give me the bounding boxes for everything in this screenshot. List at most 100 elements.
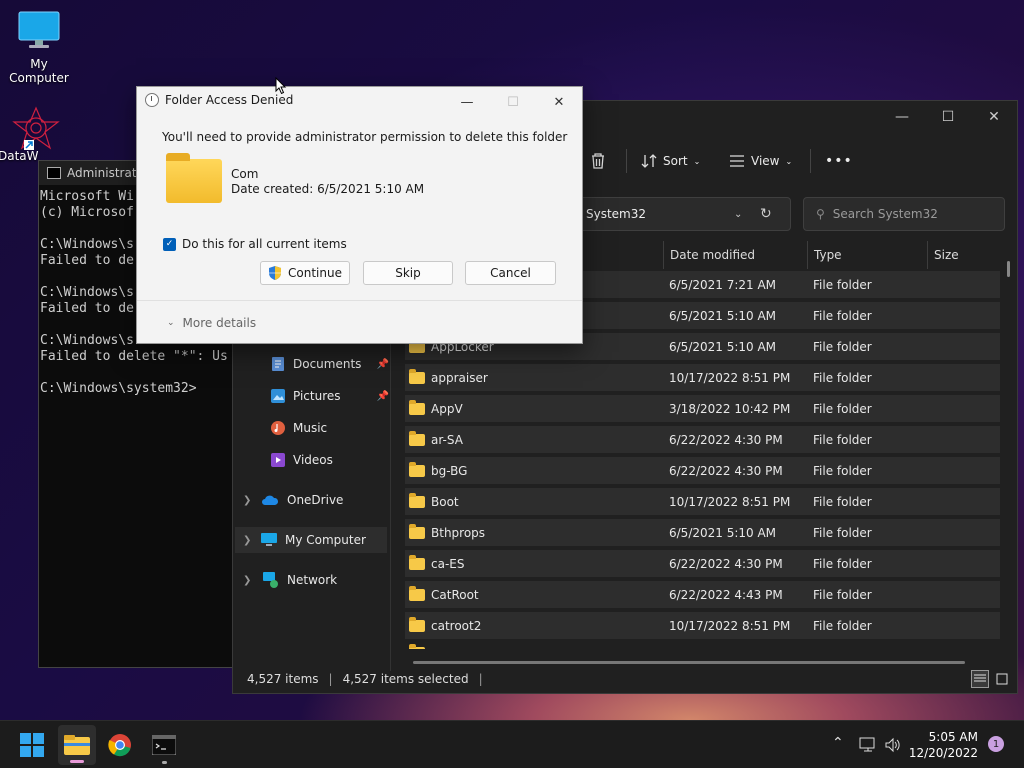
nav-music[interactable]: Music <box>271 415 327 441</box>
notification-badge[interactable]: 1 <box>988 736 1004 752</box>
file-name: Boot <box>431 494 459 509</box>
column-header-size[interactable]: Size <box>927 241 999 269</box>
file-name: appraiser <box>431 370 488 385</box>
cancel-button[interactable]: Cancel <box>465 261 556 285</box>
delete-button[interactable] <box>590 152 606 170</box>
column-header-type[interactable]: Type <box>807 241 927 269</box>
clock[interactable]: 5:05 AM 12/20/2022 <box>908 729 978 761</box>
chevron-right-icon[interactable]: ❯ <box>243 495 253 506</box>
type-cell: File folder <box>813 494 872 509</box>
nav-label: OneDrive <box>287 493 344 507</box>
vertical-scrollbar[interactable] <box>1007 261 1010 277</box>
desktop-icon-dataw[interactable]: DataW <box>0 106 60 163</box>
clock-date: 12/20/2022 <box>908 746 978 760</box>
chevron-down-icon[interactable]: ⌄ <box>734 209 742 220</box>
nav-videos[interactable]: Videos <box>271 447 333 473</box>
file-name: CatRoot <box>431 587 479 602</box>
nav-label: Documents <box>293 357 362 371</box>
chevron-right-icon[interactable]: ❯ <box>243 535 253 546</box>
horizontal-scrollbar[interactable] <box>413 661 965 664</box>
continue-button[interactable]: Continue <box>260 261 350 285</box>
folder-icon <box>409 616 425 632</box>
selected-count: 4,527 items selected <box>342 672 469 686</box>
date-modified-cell: 10/17/2022 8:51 PM <box>669 494 791 509</box>
skip-button[interactable]: Skip <box>363 261 453 285</box>
nav-documents[interactable]: Documents 📌 <box>271 351 389 377</box>
date-modified-cell: 6/5/2021 7:21 AM <box>669 277 777 292</box>
more-options-button[interactable]: ••• <box>825 153 853 169</box>
taskbar: ⌃ 5:05 AM 12/20/2022 1 <box>0 720 1024 768</box>
file-name-cell: ca-ES <box>405 554 663 571</box>
nav-network[interactable]: ❯ Network <box>243 567 337 593</box>
divider: | <box>328 672 333 686</box>
type-cell: File folder <box>813 401 872 416</box>
minimize-button[interactable]: — <box>444 87 490 117</box>
address-bar[interactable]: System32 ⌄ ↻ <box>573 197 791 231</box>
close-button[interactable]: ✕ <box>536 87 582 117</box>
table-row[interactable]: Boot 10/17/2022 8:51 PM File folder <box>405 488 1000 515</box>
file-name-cell: catroot2 <box>405 616 663 633</box>
table-row[interactable]: catroot2 10/17/2022 8:51 PM File folder <box>405 612 1000 639</box>
taskbar-terminal[interactable] <box>148 729 180 764</box>
search-box[interactable]: ⚲ Search System32 <box>803 197 1005 231</box>
table-row[interactable]: Bthprops 6/5/2021 5:10 AM File folder <box>405 519 1000 546</box>
taskbar-chrome[interactable] <box>104 729 136 761</box>
clock-icon <box>145 93 159 107</box>
network-status-icon[interactable] <box>859 737 877 753</box>
search-input[interactable]: Search System32 <box>833 207 938 221</box>
table-row[interactable]: ca-ES 6/22/2022 4:30 PM File folder <box>405 550 1000 577</box>
table-row[interactable]: appraiser 10/17/2022 8:51 PM File folder <box>405 364 1000 391</box>
folder-access-denied-dialog[interactable]: Folder Access Denied — ☐ ✕ You'll need t… <box>136 86 583 344</box>
show-hidden-icons-button[interactable]: ⌃ <box>832 735 844 751</box>
pictures-icon <box>271 389 285 403</box>
network-icon <box>263 572 278 588</box>
column-header-date[interactable]: Date modified <box>663 241 807 269</box>
tiles-view-button[interactable] <box>993 670 1011 688</box>
pin-icon[interactable]: 📌 <box>377 359 389 370</box>
checkmark-icon[interactable]: ✓ <box>163 237 176 251</box>
continue-label: Continue <box>288 266 342 280</box>
date-modified-cell: 10/17/2022 8:51 PM <box>669 618 791 633</box>
file-name-cell: Boot <box>405 492 663 509</box>
minimize-button[interactable]: — <box>879 101 925 133</box>
chevron-right-icon[interactable]: ❯ <box>243 575 253 586</box>
details-view-button[interactable] <box>971 670 989 688</box>
nav-onedrive[interactable]: ❯ OneDrive <box>243 487 343 513</box>
date-modified-cell: 6/5/2021 5:10 AM <box>669 525 777 540</box>
folder-icon <box>409 492 425 508</box>
details-view-icon <box>974 674 986 682</box>
nav-label: Network <box>287 573 338 587</box>
nav-label: Videos <box>293 453 333 467</box>
volume-icon[interactable] <box>884 737 902 753</box>
view-button[interactable]: View ⌄ <box>729 154 792 168</box>
windows-logo-icon <box>20 733 44 757</box>
file-name-cell: AppV <box>405 399 663 416</box>
desktop-icon-label: My Computer <box>9 57 69 85</box>
file-name: Bthprops <box>431 525 486 540</box>
type-cell: File folder <box>813 618 872 633</box>
desktop-icon-label: DataW <box>0 149 39 163</box>
nav-pictures[interactable]: Pictures 📌 <box>271 383 389 409</box>
start-button[interactable] <box>16 729 48 761</box>
checkbox-label: Do this for all current items <box>182 237 347 251</box>
taskbar-file-explorer[interactable] <box>58 725 96 765</box>
date-modified-cell: 10/17/2022 8:51 PM <box>669 370 791 385</box>
nav-my-computer[interactable]: ❯ My Computer <box>235 527 387 553</box>
pin-icon[interactable]: 📌 <box>377 391 389 402</box>
dialog-titlebar[interactable]: Folder Access Denied <box>145 93 293 107</box>
maximize-button[interactable]: ☐ <box>925 101 971 133</box>
apply-to-all-checkbox[interactable]: ✓ Do this for all current items <box>163 237 347 251</box>
desktop-icon-my-computer[interactable]: My Computer <box>0 10 79 85</box>
sort-button[interactable]: Sort ⌄ <box>641 153 700 169</box>
table-row[interactable]: ar-SA 6/22/2022 4:30 PM File folder <box>405 426 1000 453</box>
table-row[interactable]: CatRoot 6/22/2022 4:43 PM File folder <box>405 581 1000 608</box>
table-row[interactable]: bg-BG 6/22/2022 4:30 PM File folder <box>405 457 1000 484</box>
table-row[interactable]: AppV 3/18/2022 10:42 PM File folder <box>405 395 1000 422</box>
maximize-button: ☐ <box>507 94 519 110</box>
search-icon: ⚲ <box>816 207 825 221</box>
more-details-toggle[interactable]: ⌄ More details <box>167 316 256 330</box>
close-button[interactable]: ✕ <box>971 101 1017 133</box>
dataw-app-icon <box>12 106 60 150</box>
date-modified-cell: 6/22/2022 4:30 PM <box>669 432 783 447</box>
refresh-icon[interactable]: ↻ <box>760 206 772 222</box>
